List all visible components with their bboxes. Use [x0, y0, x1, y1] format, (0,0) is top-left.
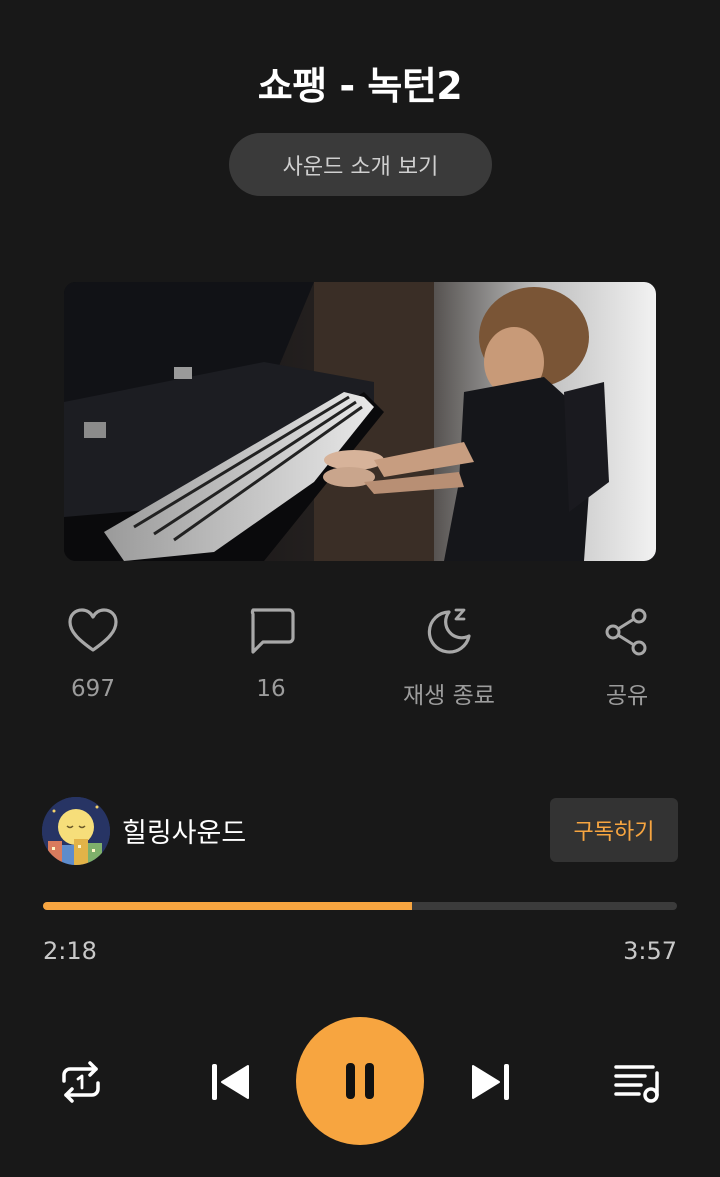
- heart-icon: [68, 608, 118, 652]
- comment-action[interactable]: 16: [191, 600, 351, 702]
- channel-row: 힐링사운드 구독하기: [42, 797, 678, 865]
- sleep-timer-icon: [427, 608, 471, 654]
- previous-button[interactable]: [204, 1056, 256, 1108]
- sleep-timer-label: 재생 종료: [403, 683, 495, 709]
- moon-town-icon: [42, 797, 110, 865]
- piano-player-image: [64, 282, 656, 561]
- playlist-button[interactable]: [610, 1054, 666, 1110]
- like-action[interactable]: 697: [13, 600, 173, 702]
- skip-next-icon: [472, 1064, 509, 1100]
- subscribe-button[interactable]: 구독하기: [550, 798, 678, 862]
- sleep-timer-action[interactable]: 재생 종료: [369, 600, 529, 710]
- repeat-button[interactable]: [52, 1053, 110, 1111]
- share-label: 공유: [605, 683, 649, 709]
- playlist-icon: [614, 1065, 659, 1103]
- channel-avatar[interactable]: [42, 797, 110, 865]
- video-thumbnail[interactable]: [64, 282, 656, 561]
- pause-icon: [346, 1063, 374, 1099]
- comment-count: 16: [256, 676, 286, 702]
- progress-bar[interactable]: [43, 902, 677, 910]
- like-count: 697: [71, 676, 115, 702]
- total-time: 3:57: [623, 937, 677, 965]
- pause-button[interactable]: [296, 1017, 424, 1145]
- sound-intro-button[interactable]: 사운드 소개 보기: [229, 133, 492, 196]
- channel-name[interactable]: 힐링사운드: [122, 811, 246, 850]
- share-action[interactable]: 공유: [547, 600, 707, 710]
- progress-fill: [43, 902, 412, 910]
- track-title: 쇼팽 - 녹턴2: [257, 64, 463, 108]
- repeat-one-icon: [62, 1061, 100, 1103]
- skip-previous-icon: [212, 1064, 249, 1100]
- current-time: 2:18: [43, 937, 97, 965]
- action-bar: 697 16 재생 종료 공유: [0, 600, 720, 710]
- next-button[interactable]: [465, 1056, 517, 1108]
- comment-icon: [250, 608, 295, 654]
- share-icon: [605, 608, 647, 656]
